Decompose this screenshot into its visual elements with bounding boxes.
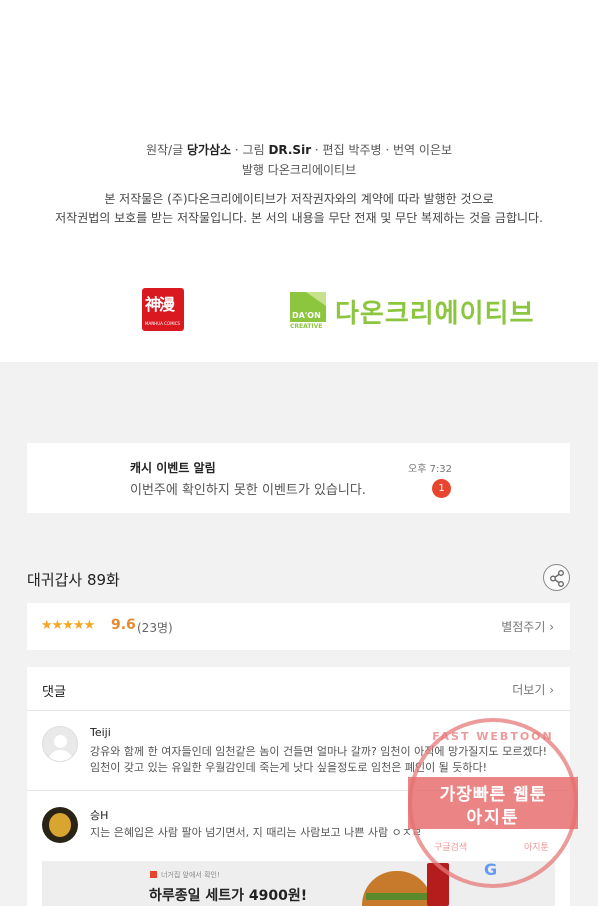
google-icon: G: [484, 860, 498, 879]
avatar-default-icon: [42, 726, 78, 762]
ad-small-text: 너거집 앞에서 확인!: [150, 870, 220, 880]
burger-image: [362, 871, 432, 906]
rating-score: 9.6: [111, 617, 136, 633]
daon-logo-mark: DA'ON CREATIVE: [290, 292, 326, 330]
watermark-ring-text: FAST WEBTOON: [432, 730, 554, 743]
credit-line-authors: 원작/글 당가삼소 · 그림 DR.Sir · 편집 박주병 · 번역 이은보: [145, 143, 453, 157]
notice-title: 캐시 이벤트 알림: [130, 461, 216, 475]
comments-title: 댓글: [42, 685, 66, 700]
rate-button[interactable]: 별점주기 ›: [501, 618, 554, 635]
rating-count: (23명): [137, 621, 173, 635]
notice-time: 오후 7:32: [408, 464, 453, 475]
avatar: [42, 807, 78, 843]
episode-title: 대귀갑사 89화: [27, 571, 120, 589]
credit-line-publisher: 발행 다온크리에이티브: [241, 163, 357, 177]
comment-author: 승H: [90, 809, 109, 822]
credits-section: 원작/글 당가삼소 · 그림 DR.Sir · 편집 박주병 · 번역 이은보 …: [0, 0, 598, 362]
notice-message: 이번주에 확인하지 못한 이벤트가 있습니다.: [130, 483, 366, 498]
comments-more-button[interactable]: 더보기 ›: [512, 681, 554, 698]
copyright-line-1: 본 저작물은 (주)다온크리에이티브가 저작권자와의 계약에 따라 발행한 것으…: [104, 192, 494, 206]
rating-bar: ★★★★★ 9.6 (23명) 별점주기 ›: [27, 603, 570, 650]
daon-logo-text: 다온크리에이티브: [335, 299, 535, 329]
watermark-stamp: FAST WEBTOON 가장빠른 웹툰 아지툰 구글검색 아지툰 G: [408, 718, 578, 888]
comment-author: Teiji: [90, 726, 111, 739]
copyright-line-2: 저작권법의 보호를 받는 저작물입니다. 본 서의 내용을 무단 전재 및 무단…: [55, 211, 543, 225]
cash-event-notice[interactable]: 캐시 이벤트 알림 이번주에 확인하지 못한 이벤트가 있습니다. 오후 7:3…: [27, 443, 570, 513]
watermark-band: 가장빠른 웹툰 아지툰: [408, 777, 578, 829]
share-button[interactable]: [543, 564, 570, 591]
shinman-logo: 神漫 MANHUA COMICS: [142, 288, 184, 331]
notice-badge: 1: [432, 479, 451, 498]
comments-header: 댓글 더보기 ›: [27, 667, 570, 711]
star-icons: ★★★★★: [41, 618, 95, 633]
ad-headline: 하루종일 세트가 4900원!: [149, 888, 308, 904]
share-icon: [550, 570, 564, 587]
